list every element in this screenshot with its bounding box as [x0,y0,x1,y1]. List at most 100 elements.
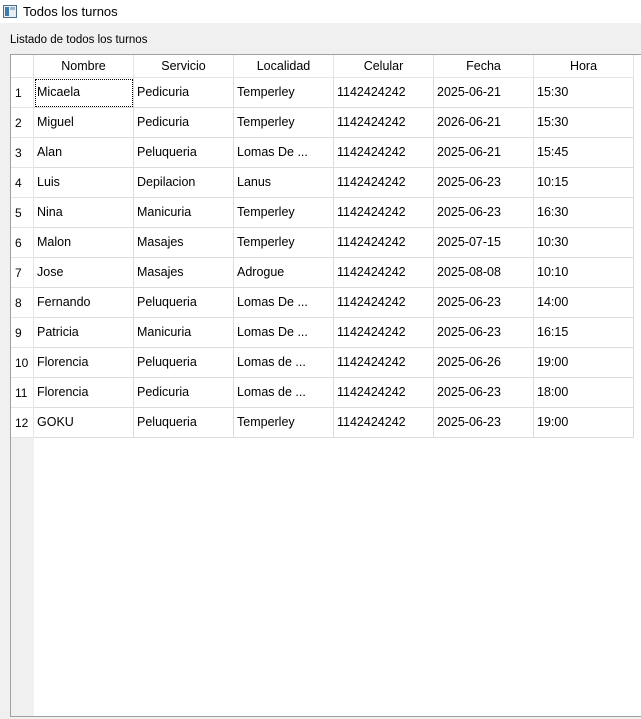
cell-servicio[interactable]: Peluqueria [134,288,234,318]
cell-hora[interactable]: 15:45 [534,138,634,168]
cell-nombre[interactable]: Florencia [34,378,134,408]
cell-hora[interactable]: 15:30 [534,78,634,108]
table-row[interactable]: Miguel Pedicuria Temperley 1142424242 2026-0… [34,108,634,138]
cell-servicio[interactable]: Masajes [134,228,234,258]
cell-hora[interactable]: 18:00 [534,378,634,408]
cell-hora[interactable]: 10:15 [534,168,634,198]
cell-hora[interactable]: 10:30 [534,228,634,258]
cell-nombre[interactable]: Miguel [34,108,134,138]
cell-fecha[interactable]: 2025-06-23 [434,288,534,318]
cell-nombre[interactable]: Micaela [34,78,134,108]
cell-celular[interactable]: 1142424242 [334,78,434,108]
table-row[interactable]: Luis Depilacion Lanus 1142424242 2025-06-23 1… [34,168,634,198]
cell-fecha[interactable]: 2025-06-21 [434,138,534,168]
column-header-nombre[interactable]: Nombre [34,55,134,78]
cell-celular[interactable]: 1142424242 [334,318,434,348]
cell-localidad[interactable]: Temperley [234,408,334,438]
cell-localidad[interactable]: Temperley [234,228,334,258]
cell-hora[interactable]: 16:15 [534,318,634,348]
cell-celular[interactable]: 1142424242 [334,138,434,168]
cell-nombre[interactable]: Patricia [34,318,134,348]
cell-fecha[interactable]: 2025-06-23 [434,318,534,348]
cell-localidad[interactable]: Temperley [234,198,334,228]
cell-localidad[interactable]: Temperley [234,78,334,108]
column-header-localidad[interactable]: Localidad [234,55,334,78]
cell-hora[interactable]: 19:00 [534,408,634,438]
table-corner-button[interactable] [11,55,34,78]
column-header-hora[interactable]: Hora [534,55,634,78]
table-row[interactable]: Nina Manicuria Temperley 1142424242 2025-06-… [34,198,634,228]
cell-nombre[interactable]: Luis [34,168,134,198]
cell-fecha[interactable]: 2025-07-15 [434,228,534,258]
cell-nombre[interactable]: Nina [34,198,134,228]
cell-servicio[interactable]: Manicuria [134,198,234,228]
cell-fecha[interactable]: 2025-08-08 [434,258,534,288]
cell-nombre[interactable]: Malon [34,228,134,258]
cell-celular[interactable]: 1142424242 [334,228,434,258]
cell-nombre[interactable]: Jose [34,258,134,288]
table-row[interactable]: Florencia Peluqueria Lomas de ... 114242424… [34,348,634,378]
cell-servicio[interactable]: Peluqueria [134,138,234,168]
cell-fecha[interactable]: 2025-06-21 [434,78,534,108]
cell-celular[interactable]: 1142424242 [334,168,434,198]
cell-celular[interactable]: 1142424242 [334,408,434,438]
row-header[interactable]: 12 [11,408,34,438]
column-header-servicio[interactable]: Servicio [134,55,234,78]
cell-localidad[interactable]: Lomas de ... [234,348,334,378]
cell-fecha[interactable]: 2025-06-23 [434,408,534,438]
cell-servicio[interactable]: Pedicuria [134,78,234,108]
cell-localidad[interactable]: Adrogue [234,258,334,288]
cell-fecha[interactable]: 2025-06-23 [434,378,534,408]
cell-nombre[interactable]: GOKU [34,408,134,438]
cell-servicio[interactable]: Peluqueria [134,348,234,378]
table-row[interactable]: Florencia Pedicuria Lomas de ... 1142424242… [34,378,634,408]
cell-celular[interactable]: 1142424242 [334,378,434,408]
cell-celular[interactable]: 1142424242 [334,288,434,318]
cell-fecha[interactable]: 2025-06-26 [434,348,534,378]
cell-celular[interactable]: 1142424242 [334,198,434,228]
cell-localidad[interactable]: Lanus [234,168,334,198]
cell-celular[interactable]: 1142424242 [334,348,434,378]
row-header[interactable]: 6 [11,228,34,258]
cell-hora[interactable]: 10:10 [534,258,634,288]
table-row[interactable]: Alan Peluqueria Lomas De ... 1142424242 2025… [34,138,634,168]
cell-hora[interactable]: 16:30 [534,198,634,228]
cell-localidad[interactable]: Lomas de ... [234,378,334,408]
row-header[interactable]: 10 [11,348,34,378]
cell-fecha[interactable]: 2026-06-21 [434,108,534,138]
cell-celular[interactable]: 1142424242 [334,108,434,138]
row-header[interactable]: 5 [11,198,34,228]
cell-celular[interactable]: 1142424242 [334,258,434,288]
cell-nombre[interactable]: Florencia [34,348,134,378]
row-header[interactable]: 7 [11,258,34,288]
cell-servicio[interactable]: Pedicuria [134,108,234,138]
cell-servicio[interactable]: Manicuria [134,318,234,348]
table-row[interactable]: Jose Masajes Adrogue 1142424242 2025-08-08 10… [34,258,634,288]
cell-servicio[interactable]: Masajes [134,258,234,288]
cell-localidad[interactable]: Lomas De ... [234,288,334,318]
column-header-fecha[interactable]: Fecha [434,55,534,78]
row-header[interactable]: 9 [11,318,34,348]
table-row[interactable]: Fernando Peluqueria Lomas De ... 1142424242… [34,288,634,318]
cell-fecha[interactable]: 2025-06-23 [434,168,534,198]
table-row[interactable]: GOKU Peluqueria Temperley 1142424242 2025-06… [34,408,634,438]
row-header[interactable]: 8 [11,288,34,318]
cell-nombre[interactable]: Alan [34,138,134,168]
cell-hora[interactable]: 14:00 [534,288,634,318]
cell-localidad[interactable]: Lomas De ... [234,318,334,348]
cell-localidad[interactable]: Temperley [234,108,334,138]
cell-hora[interactable]: 19:00 [534,348,634,378]
table-row[interactable]: Micaela Pedicuria Temperley 1142424242 2025-… [34,78,634,108]
cell-servicio[interactable]: Pedicuria [134,378,234,408]
cell-localidad[interactable]: Lomas De ... [234,138,334,168]
cell-servicio[interactable]: Depilacion [134,168,234,198]
cell-hora[interactable]: 15:30 [534,108,634,138]
table-row[interactable]: Patricia Manicuria Lomas De ... 1142424242 2… [34,318,634,348]
cell-fecha[interactable]: 2025-06-23 [434,198,534,228]
row-header[interactable]: 3 [11,138,34,168]
row-header[interactable]: 1 [11,78,34,108]
cell-servicio[interactable]: Peluqueria [134,408,234,438]
row-header[interactable]: 4 [11,168,34,198]
cell-nombre[interactable]: Fernando [34,288,134,318]
turnos-table[interactable]: Nombre Servicio Localidad Celular Fecha Hora … [10,54,641,717]
